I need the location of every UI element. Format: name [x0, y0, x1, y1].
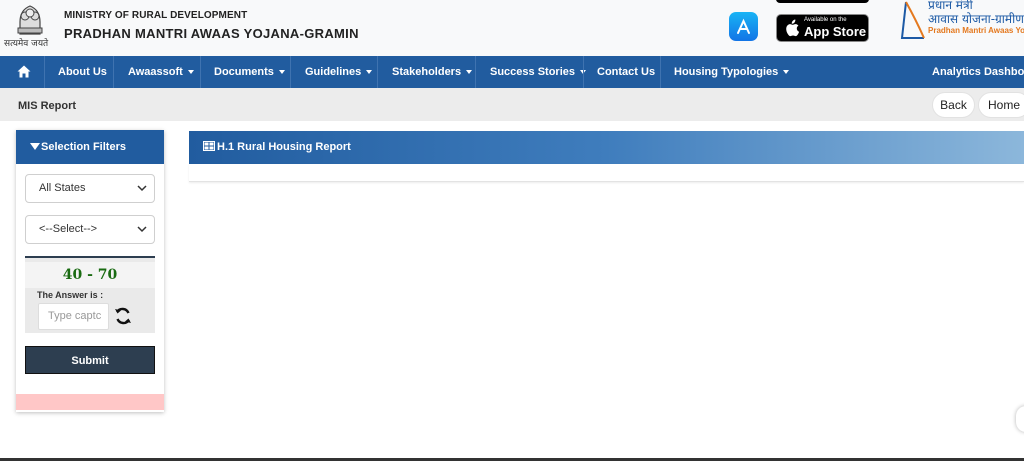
emblem-motto: सत्यमेव जयते: [4, 39, 49, 49]
nav-label: Success Stories: [490, 66, 575, 78]
home-icon[interactable]: [17, 65, 31, 78]
google-play-badge-edge[interactable]: [776, 0, 869, 3]
caret-down-icon: [783, 70, 790, 75]
store-badge-title: App Store: [804, 24, 867, 39]
caret-down-icon: [278, 70, 285, 75]
app-store-icon[interactable]: [729, 12, 758, 41]
state-select-value: All States: [39, 182, 86, 194]
nav-divider: [113, 56, 114, 88]
nav-label: Documents: [214, 66, 274, 78]
pmay-english-name: Pradhan Mantri Awaas Yojana-Gramin: [928, 26, 1024, 35]
nav-awaassoft[interactable]: Awaassoft: [128, 56, 194, 88]
nav-divider: [377, 56, 378, 88]
page: सत्यमेव जयते MINISTRY OF RURAL DEVELOPME…: [0, 0, 1024, 461]
site-header: सत्यमेव जयते MINISTRY OF RURAL DEVELOPME…: [0, 0, 1024, 56]
nav-divider: [660, 56, 661, 88]
chat-widget-button[interactable]: [1016, 406, 1024, 432]
store-badge-caption: Available on the: [804, 17, 847, 23]
nav-success-stories[interactable]: Success Stories: [490, 56, 586, 88]
pmay-logo-icon: [900, 1, 925, 39]
nav-about-us[interactable]: About Us: [58, 56, 107, 88]
secondary-select-value: <--Select-->: [39, 223, 98, 235]
back-button[interactable]: Back: [932, 92, 975, 118]
home-button[interactable]: Home: [978, 92, 1024, 118]
nav-label: Housing Typologies: [674, 66, 779, 78]
nav-stakeholders[interactable]: Stakeholders: [392, 56, 473, 88]
page-title: MIS Report: [18, 100, 77, 112]
nav-guidelines[interactable]: Guidelines: [305, 56, 373, 88]
nav-label: Guidelines: [305, 66, 362, 78]
scheme-name[interactable]: PRADHAN MANTRI AWAAS YOJANA-GRAMIN: [64, 26, 359, 41]
secondary-select[interactable]: <--Select-->: [25, 215, 155, 244]
nav-contact-us[interactable]: Contact Us: [597, 56, 655, 88]
ministry-name: MINISTRY OF RURAL DEVELOPMENT: [64, 10, 248, 21]
app-store-badge[interactable]: Available on the App Store: [776, 14, 869, 42]
refresh-icon[interactable]: [114, 307, 132, 325]
nav-label: About Us: [58, 66, 107, 78]
nav-label: Analytics Dashboard: [932, 66, 1024, 78]
nav-divider: [200, 56, 201, 88]
alert-strip: [16, 394, 164, 410]
captcha-answer-label: The Answer is :: [37, 290, 104, 300]
nav-divider: [475, 56, 476, 88]
captcha-question: 40 - 70: [25, 262, 155, 288]
nav-divider: [44, 56, 45, 88]
submit-button[interactable]: Submit: [25, 346, 155, 374]
breadcrumb: MIS Report Back Home: [0, 88, 1024, 121]
apple-icon: [786, 19, 800, 37]
caret-down-icon: [366, 70, 373, 75]
captcha-input[interactable]: Type captc: [38, 303, 109, 330]
nav-housing-typologies[interactable]: Housing Typologies: [674, 56, 790, 88]
nav-analytics-dashboard[interactable]: Analytics Dashboard: [932, 56, 1024, 88]
nav-label: Awaassoft: [128, 66, 183, 78]
report-header: H.1 Rural Housing Report: [189, 131, 1024, 164]
nav-label: Contact Us: [597, 66, 656, 78]
nav-label: Stakeholders: [392, 66, 462, 78]
filters-title: Selection Filters: [41, 141, 126, 153]
filters-header: Selection Filters: [16, 130, 164, 164]
nav-documents[interactable]: Documents: [214, 56, 285, 88]
nav-divider: [290, 56, 291, 88]
state-select[interactable]: All States: [25, 174, 155, 203]
table-icon: [203, 141, 215, 152]
filter-icon: [30, 142, 40, 150]
chevron-down-icon: [137, 185, 147, 192]
report-title: H.1 Rural Housing Report: [217, 141, 351, 153]
caret-down-icon: [187, 70, 194, 75]
main-nav: About Us Awaassoft Documents Guidelines …: [0, 56, 1024, 88]
selection-filters-panel: Selection Filters All States <--Select--…: [16, 130, 164, 412]
chevron-down-icon: [137, 226, 147, 233]
report-body: [189, 164, 1024, 182]
caret-down-icon: [466, 70, 473, 75]
nav-divider: [583, 56, 584, 88]
captcha-box: 40 - 70 The Answer is : Type captc: [25, 256, 155, 333]
pmay-hindi-line2: आवास योजना-ग्रामीण: [928, 12, 1024, 26]
